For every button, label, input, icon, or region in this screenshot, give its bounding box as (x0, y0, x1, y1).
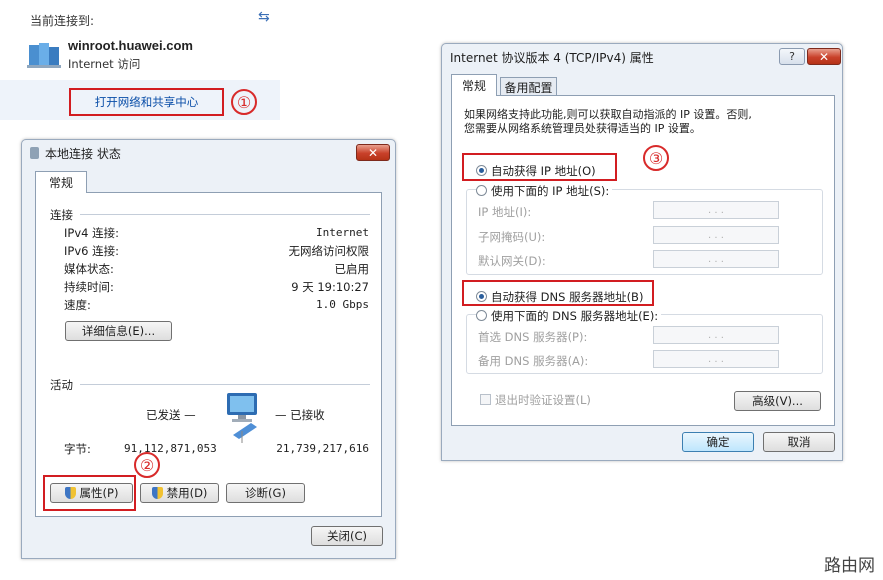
manual-dns-label: 使用下面的 DNS 服务器地址(E): (491, 309, 659, 323)
network-activity-icon (227, 393, 257, 443)
step-3-marker: ③ (643, 145, 669, 171)
duration-label: 持续时间: (64, 280, 114, 294)
alternate-dns-label: 备用 DNS 服务器(A): (478, 354, 589, 368)
bytes-sent-value: 91,112,871,053 (124, 442, 217, 455)
ipv4-window-close-icon[interactable]: ✕ (807, 48, 841, 65)
tab-general[interactable]: 常规 (35, 171, 87, 193)
bytes-label: 字节: (64, 442, 91, 456)
validate-on-exit-label: 退出时验证设置(L) (495, 393, 591, 407)
ipv6-connection-label: IPv6 连接: (64, 244, 119, 258)
manual-ip-radio[interactable]: 使用下面的 IP 地址(S): (476, 183, 613, 199)
gateway-input[interactable]: . . . (653, 250, 779, 268)
current-connection-label: 当前连接到: (30, 14, 95, 28)
speed-value: 1.0 Gbps (316, 298, 369, 311)
status-general-panel: 连接 IPv4 连接: Internet IPv6 连接: 无网络访问权限 媒体… (35, 192, 382, 517)
radio-unselected-icon (476, 185, 487, 196)
connection-section-header: 连接 (50, 208, 73, 222)
status-window-titlebar: 本地连接 状态 (22, 140, 395, 166)
ip-address-label: IP 地址(I): (478, 205, 532, 219)
divider (80, 214, 370, 215)
media-state-value: 已启用 (334, 262, 370, 276)
advanced-button[interactable]: 高级(V)... (734, 391, 821, 411)
ipv4-connection-value: Internet (316, 226, 369, 239)
step-2-marker: ② (134, 452, 160, 478)
auto-dns-highlight (462, 280, 654, 306)
properties-highlight (43, 475, 136, 511)
site-watermark: 路由网 (824, 556, 875, 576)
open-network-sharing-center-link[interactable]: 打开网络和共享中心 (69, 88, 224, 116)
uac-shield-icon (151, 487, 163, 499)
diagnose-button[interactable]: 诊断(G) (226, 483, 305, 503)
ipv4-window-title: Internet 协议版本 4 (TCP/IPv4) 属性 (450, 50, 654, 65)
refresh-icon[interactable]: ⇆ (258, 9, 270, 25)
subnet-mask-input[interactable]: . . . (653, 226, 779, 244)
step-1-marker: ① (231, 89, 257, 115)
bytes-received-label: — 已接收 (275, 408, 325, 422)
validate-on-exit-checkbox[interactable]: 退出时验证设置(L) (480, 392, 591, 408)
media-state-label: 媒体状态: (64, 262, 114, 276)
ipv4-properties-window: Internet 协议版本 4 (TCP/IPv4) 属性 ? ✕ 常规 备用配… (441, 43, 843, 461)
ipv4-connection-label: IPv4 连接: (64, 226, 119, 240)
help-icon[interactable]: ? (779, 48, 805, 65)
status-window-title: 本地连接 状态 (45, 146, 121, 161)
network-access-type: Internet 访问 (68, 57, 141, 71)
bytes-received-value: 21,739,217,616 (276, 442, 369, 455)
activity-section-header: 活动 (50, 378, 73, 392)
bytes-sent-label: 已发送 — (146, 408, 196, 422)
network-adapter-icon (30, 147, 39, 159)
speed-label: 速度: (64, 298, 91, 312)
ipv4-general-panel: 如果网络支持此功能,则可以获取自动指派的 IP 设置。否则, 您需要从网络系统管… (451, 95, 835, 426)
alternate-dns-input[interactable]: . . . (653, 350, 779, 368)
gateway-label: 默认网关(D): (478, 254, 546, 268)
disable-button[interactable]: 禁用(D) (140, 483, 219, 503)
duration-value: 9 天 19:10:27 (291, 280, 369, 294)
divider (80, 384, 370, 385)
auto-ip-highlight (462, 153, 617, 181)
tab-general[interactable]: 常规 (451, 74, 497, 96)
ip-address-input[interactable]: . . . (653, 201, 779, 219)
radio-unselected-icon (476, 310, 487, 321)
ok-button[interactable]: 确定 (682, 432, 754, 452)
checkbox-icon (480, 394, 491, 405)
description-line-2: 您需要从网络系统管理员处获得适当的 IP 设置。 (464, 122, 701, 135)
network-name: winroot.huawei.com (68, 38, 193, 53)
network-computers-icon (27, 43, 61, 68)
preferred-dns-label: 首选 DNS 服务器(P): (478, 330, 588, 344)
subnet-mask-label: 子网掩码(U): (478, 230, 546, 244)
tab-alternate-config[interactable]: 备用配置 (500, 77, 557, 96)
cancel-button[interactable]: 取消 (763, 432, 835, 452)
manual-ip-label: 使用下面的 IP 地址(S): (491, 184, 610, 198)
manual-dns-radio[interactable]: 使用下面的 DNS 服务器地址(E): (476, 308, 662, 324)
status-window-close-icon[interactable]: ✕ (356, 144, 390, 161)
disable-button-label: 禁用(D) (166, 486, 208, 500)
details-button[interactable]: 详细信息(E)... (65, 321, 172, 341)
preferred-dns-input[interactable]: . . . (653, 326, 779, 344)
ipv6-connection-value: 无网络访问权限 (288, 244, 370, 258)
status-close-button[interactable]: 关闭(C) (311, 526, 383, 546)
